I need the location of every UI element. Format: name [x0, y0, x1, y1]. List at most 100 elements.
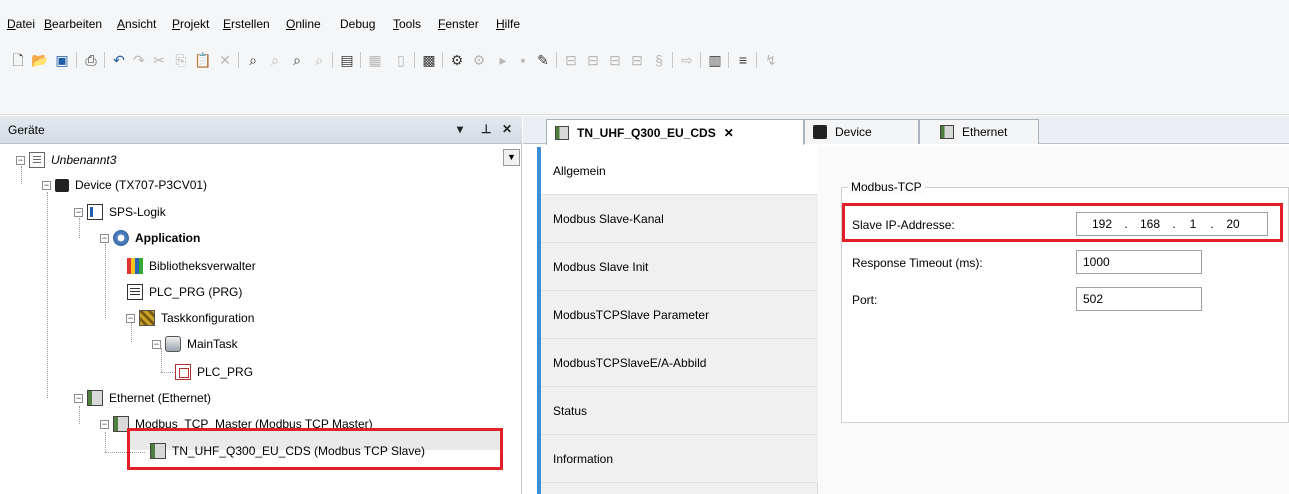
open-project-icon[interactable]: 📂 — [31, 51, 49, 69]
task-configuration-icon — [139, 310, 155, 326]
find-icon[interactable]: ⌕ — [244, 51, 262, 69]
close-icon[interactable]: ✕ — [502, 122, 512, 136]
replace-icon[interactable]: ⌕ — [288, 51, 306, 69]
toolbar-separator — [76, 52, 77, 68]
tree-node-plc-prg[interactable]: PLC_PRG (PRG) — [127, 282, 242, 302]
tab-device[interactable]: Device — [804, 119, 919, 144]
new-project-icon[interactable]: 🗋 — [9, 51, 27, 69]
tree-dropdown-button[interactable]: ▼ — [503, 149, 520, 166]
nav-item-slave-parameter[interactable]: ModbusTCPSlave Parameter — [541, 291, 818, 339]
step-over-icon[interactable]: ⊟ — [584, 51, 602, 69]
nav-item-modbus-slave-kanal[interactable]: Modbus Slave-Kanal — [541, 195, 818, 243]
tree-node-project[interactable]: − Unbenannt3 — [16, 150, 116, 170]
menu-projekt[interactable]: Projekt — [172, 17, 209, 31]
copy-icon[interactable]: ⎘ — [172, 51, 190, 69]
step-out-icon[interactable]: ⊟ — [628, 51, 646, 69]
redo-icon[interactable]: ↷ — [130, 51, 148, 69]
start-icon[interactable]: ▸ — [494, 51, 512, 69]
collapse-icon[interactable]: − — [74, 393, 83, 403]
undo-icon[interactable]: ↶ — [110, 51, 128, 69]
toolbar-separator — [672, 52, 673, 68]
save-icon[interactable]: ▣ — [53, 51, 71, 69]
tab-label: TN_UHF_Q300_EU_CDS — [577, 125, 716, 140]
login-icon[interactable]: ⚙ — [448, 51, 466, 69]
collapse-icon[interactable]: − — [152, 339, 161, 349]
collapse-icon[interactable]: − — [126, 313, 135, 323]
toggle-breakpoint-icon[interactable]: ⊟ — [562, 51, 580, 69]
reset-icon[interactable]: ✎ — [534, 51, 552, 69]
nav-item-status[interactable]: Status — [541, 387, 818, 435]
toolbar-separator — [332, 52, 333, 68]
stop-icon[interactable]: ▪ — [514, 51, 532, 69]
device-icon[interactable]: ▩ — [420, 51, 438, 69]
port-input[interactable]: 502 — [1076, 287, 1202, 311]
tree-node-sps-logic[interactable]: − SPS-Logik — [74, 202, 166, 222]
tree-node-main-task[interactable]: − MainTask — [152, 334, 238, 354]
force-values-icon[interactable]: ≡ — [734, 51, 752, 69]
clipboard-icon[interactable]: ▤ — [338, 51, 356, 69]
show-next-statement-icon[interactable]: ⇨ — [678, 51, 696, 69]
print-icon[interactable]: ⎙ — [82, 51, 100, 69]
menu-erstellen[interactable]: Erstellen — [223, 17, 270, 31]
tab-label: Ethernet — [962, 125, 1008, 139]
collapse-icon[interactable]: − — [16, 155, 25, 165]
nav-item-io-mapping[interactable]: ModbusTCPSlaveE/A-Abbild — [541, 339, 818, 387]
devices-panel-header: Geräte ▾ ⊥ ✕ — [0, 116, 522, 144]
nav-item-allgemein[interactable]: Allgemein — [541, 147, 818, 195]
menu-bearbeiten[interactable]: Bearbeiten — [44, 17, 102, 31]
tree-connector — [105, 244, 106, 318]
toolbar-separator — [442, 52, 443, 68]
response-timeout-input[interactable]: 1000 — [1076, 250, 1202, 274]
toolbar-separator — [728, 52, 729, 68]
modbus-slave-icon — [555, 125, 569, 140]
menu-datei[interactable]: Datei — [7, 17, 35, 31]
plc-logic-icon — [87, 204, 103, 220]
ethernet-icon — [940, 125, 954, 139]
menu-fenster[interactable]: Fenster — [438, 17, 479, 31]
nav-item-information[interactable]: Information — [541, 435, 818, 483]
menu-bar: Datei Bearbeiten Ansicht Projekt Erstell… — [0, 0, 1289, 40]
collapse-icon[interactable]: − — [74, 207, 83, 217]
toolbar-separator — [556, 52, 557, 68]
menu-ansicht[interactable]: Ansicht — [117, 17, 156, 31]
delete-icon[interactable]: ✕ — [216, 51, 234, 69]
find-previous-icon[interactable]: ⌕ — [310, 51, 328, 69]
panel-menu-arrow-icon[interactable]: ▾ — [457, 122, 463, 136]
close-icon[interactable]: ✕ — [724, 126, 734, 140]
menu-debug[interactable]: Debug — [340, 17, 375, 31]
collapse-icon[interactable]: − — [100, 233, 109, 243]
tree-node-ethernet[interactable]: − Ethernet (Ethernet) — [74, 388, 211, 408]
tree-connector — [79, 406, 80, 424]
collapse-icon[interactable]: − — [42, 180, 51, 190]
tree-node-library-manager[interactable]: Bibliotheksverwalter — [127, 256, 256, 276]
menu-hilfe[interactable]: Hilfe — [496, 17, 520, 31]
tree-node-task-config[interactable]: − Taskkonfiguration — [126, 308, 254, 328]
tab-tn-uhf-q300[interactable]: TN_UHF_Q300_EU_CDS ✕ — [546, 119, 804, 145]
tree-node-device[interactable]: − Device (TX707-P3CV01) — [42, 175, 207, 195]
run-to-cursor-icon[interactable]: § — [650, 51, 668, 69]
toolbar: 🗋 📂 ▣ ⎙ ↶ ↷ ✂ ⎘ 📋 ✕ ⌕ ⌕ ⌕ ⌕ ▤ ▦ ▯ ▩ ⚙ ⚙ … — [0, 40, 1289, 115]
tree-node-plc-prg-call[interactable]: PLC_PRG — [175, 362, 253, 382]
insert-object-icon[interactable]: ▦ — [366, 51, 384, 69]
write-values-icon[interactable]: ▥ — [706, 51, 724, 69]
page-icon[interactable]: ▯ — [392, 51, 410, 69]
find-next-icon[interactable]: ⌕ — [266, 51, 284, 69]
highlight-box-ip-field — [842, 203, 1283, 242]
paste-icon[interactable]: 📋 — [194, 51, 212, 69]
unforce-icon[interactable]: ↯ — [762, 51, 780, 69]
step-into-icon[interactable]: ⊟ — [606, 51, 624, 69]
device-editor-content: Allgemein Modbus Slave-Kanal Modbus Slav… — [537, 147, 1289, 494]
tree-node-application[interactable]: − Application — [100, 228, 200, 248]
cut-icon[interactable]: ✂ — [150, 51, 168, 69]
pin-icon[interactable]: ⊥ — [481, 122, 491, 136]
tree-node-label: MainTask — [187, 337, 238, 351]
collapse-icon[interactable]: − — [100, 419, 109, 429]
tree-node-label: Device (TX707-P3CV01) — [75, 178, 208, 192]
nav-item-modbus-slave-init[interactable]: Modbus Slave Init — [541, 243, 818, 291]
application-icon — [113, 230, 129, 246]
menu-tools[interactable]: Tools — [393, 17, 421, 31]
menu-online[interactable]: Online — [286, 17, 321, 31]
toolbar-separator — [238, 52, 239, 68]
logout-icon[interactable]: ⚙ — [470, 51, 488, 69]
tab-ethernet[interactable]: Ethernet — [919, 119, 1039, 144]
